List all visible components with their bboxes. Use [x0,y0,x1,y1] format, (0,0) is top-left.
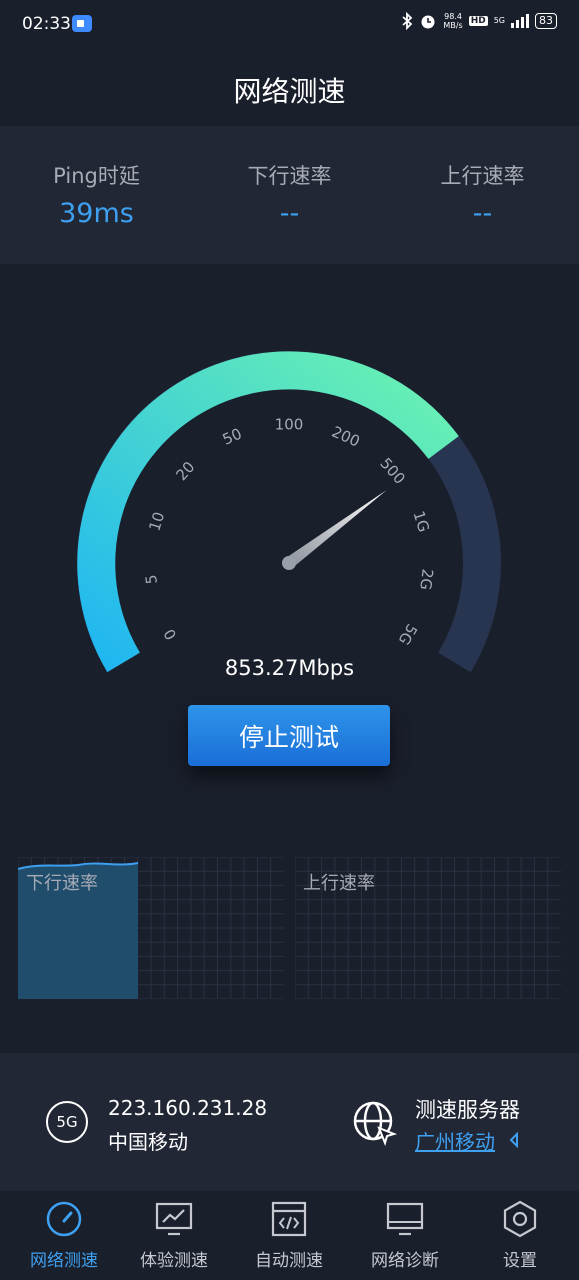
status-icons: 98.4 MB/s HD 5G 83 [401,12,557,30]
status-bar: 02:33 98.4 MB/s HD 5G 83 [0,0,579,52]
page-title: 网络测速 [233,75,346,108]
nav-speed-test[interactable]: 网络测速 [6,1191,122,1280]
nav-label: 体验测速 [140,1251,208,1271]
ip-address: 223.160.231.28 [108,1096,268,1120]
gauge-tick-label: 0 [160,626,180,643]
current-speed: 853.27Mbps [224,656,355,680]
gauge-needle [285,490,387,568]
nav-label: 网络测速 [30,1251,98,1271]
gauge-tick-label: 10 [145,510,168,534]
stop-test-button[interactable]: 停止测试 [188,705,390,766]
bottom-navigation: 网络测速 体验测速 自动测速 网络诊断 设置 [0,1191,579,1280]
net-speed-value: 98.4 [444,12,462,21]
nav-network-diagnosis[interactable]: 网络诊断 [347,1191,463,1280]
nav-auto-test[interactable]: 自动测速 [231,1191,347,1280]
upload-chart: 上行速率 [295,857,561,999]
gauge-tick-label: 200 [329,423,363,451]
speedometer-icon [46,1201,82,1237]
globe-icon [353,1101,398,1146]
settings-icon [503,1200,537,1238]
gauge-tick-label: 20 [172,458,198,484]
alarm-icon [421,15,435,29]
gauge-tick-label: 500 [376,454,408,487]
network-speed-indicator: 98.4 MB/s [443,12,462,30]
server-link[interactable]: 广州移动 [415,1126,495,1155]
network-type: 5G [493,16,505,25]
ping-label: Ping时延 [53,164,140,188]
ping-value: 39ms [59,198,134,229]
download-label: 下行速率 [247,164,332,188]
download-value: -- [279,198,300,229]
gauge-tick-label: 2G [416,568,436,591]
gauge-needle-hub [282,556,296,570]
nav-label: 自动测速 [255,1251,323,1271]
nav-label: 网络诊断 [371,1251,439,1271]
net-speed-unit: MB/s [443,21,463,30]
gauge-tick-label: 50 [220,425,245,449]
battery-icon: 83 [535,13,557,29]
upload-stat: 上行速率 -- [386,160,579,229]
monitor-chart-icon [155,1202,193,1236]
download-chart-label: 下行速率 [26,873,98,894]
nav-label: 设置 [503,1251,537,1271]
code-window-icon [271,1201,307,1237]
carrier-name: 中国移动 [108,1130,188,1154]
gauge-tick-label: 1G [409,509,433,535]
nav-settings[interactable]: 设置 [462,1191,578,1280]
desktop-icon [386,1202,424,1236]
nav-experience-test[interactable]: 体验测速 [116,1191,232,1280]
upload-chart-label: 上行速率 [303,873,375,894]
chevron-left-icon[interactable] [508,1132,520,1148]
download-stat: 下行速率 -- [193,160,386,229]
speed-gauge: 0 5 10 20 50 100 200 5001G 2G 5G [77,351,501,673]
network-type-badge: 5G [46,1101,88,1143]
upload-value: -- [472,198,493,229]
stats-panel: Ping时延 39ms 下行速率 -- 上行速率 -- [0,126,579,264]
gauge-tick-label: 100 [275,416,304,434]
server-label: 测速服务器 [415,1098,520,1122]
hd-badge: HD [468,16,488,26]
gauge-tick-labels: 0 5 10 20 50 100 200 5001G 2G 5G [142,416,437,649]
gauge-tick-label: 5 [142,574,161,586]
upload-label: 上行速率 [440,164,525,188]
screen-record-icon [72,15,92,32]
header: 网络测速 [0,52,579,126]
gauge-tick-label: 5G [395,621,421,648]
download-chart: 下行速率 [18,857,284,999]
bluetooth-icon [402,12,413,30]
ping-stat: Ping时延 39ms [0,160,193,229]
signal-icon [511,14,529,28]
status-time: 02:33 [22,14,71,34]
